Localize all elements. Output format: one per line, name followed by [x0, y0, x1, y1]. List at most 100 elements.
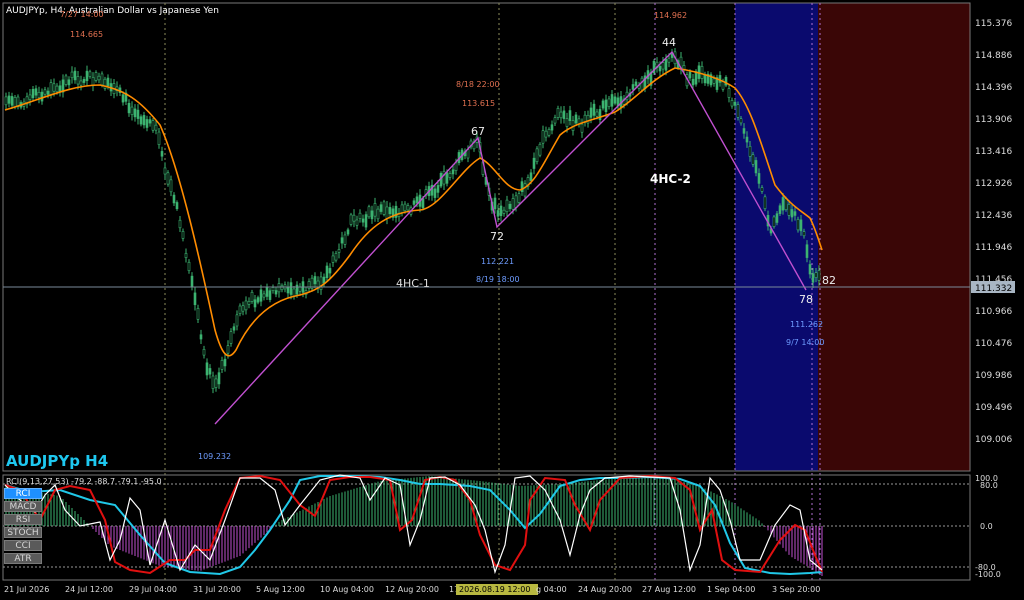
candle-body [712, 78, 716, 84]
candle-body [154, 124, 158, 131]
candle-body [352, 214, 356, 222]
candle-body [733, 101, 737, 106]
time-tick: 12 Aug 20:00 [385, 585, 439, 594]
candle-body [373, 203, 377, 217]
candle-body [412, 200, 416, 205]
candle-body [658, 66, 662, 72]
candle-body [382, 201, 386, 215]
candle-body [58, 85, 62, 92]
candle-body [337, 249, 341, 253]
candle-body [355, 219, 359, 226]
candle-body [448, 173, 452, 178]
candle-body [496, 210, 500, 217]
candle-body [202, 349, 206, 356]
candle-body [262, 293, 266, 298]
candle-body [280, 285, 284, 291]
candle-body [640, 77, 644, 91]
candle-body [214, 378, 218, 388]
candle-body [535, 148, 539, 162]
candle-body [76, 76, 80, 85]
candle-body [133, 108, 137, 118]
candle-body [793, 211, 797, 216]
candle-body [760, 187, 764, 192]
candle-body [343, 234, 347, 245]
candle-body [49, 82, 53, 96]
candle-body [772, 216, 776, 227]
candle-body [238, 305, 242, 314]
price-chart[interactable]: 115.376 114.886 114.396 113.906 113.416 … [0, 0, 1024, 600]
candle-body [403, 203, 407, 212]
candle-body [529, 172, 533, 181]
candle-body [319, 276, 323, 290]
candle-body [556, 108, 560, 118]
candle-body [775, 213, 779, 223]
time-tick: 24 Jul 12:00 [65, 585, 113, 594]
time-tick: 5 Aug 12:00 [256, 585, 305, 594]
candle-body [631, 84, 635, 90]
time-tick: 1 Sep 04:00 [707, 585, 755, 594]
time-tick: 31 Jul 20:00 [193, 585, 241, 594]
candle-body [790, 209, 794, 218]
candle-body [703, 74, 707, 84]
candle-body [802, 231, 806, 237]
candle-body [778, 205, 782, 214]
high-price-label: 114.665 [70, 30, 103, 39]
indicator-button-macd[interactable]: MACD [4, 501, 42, 512]
candle-body [817, 270, 821, 281]
candle-body [601, 100, 605, 109]
candle-body [73, 70, 77, 81]
candle-body [121, 94, 125, 103]
candle-body [781, 197, 785, 211]
indicator-button-atr[interactable]: ATR [4, 553, 42, 564]
candle-body [253, 299, 257, 308]
pivot-count-label: 82 [822, 274, 836, 287]
time-tick: 29 Jul 04:00 [129, 585, 177, 594]
trading-chart-window[interactable]: 115.376 114.886 114.396 113.906 113.416 … [0, 0, 1024, 600]
candle-body [247, 301, 251, 305]
price-tick: 111.946 [975, 243, 1012, 253]
indicator-button-rci[interactable]: RCI [4, 488, 42, 499]
candle-body [295, 284, 299, 295]
candle-body [28, 94, 32, 100]
candle-body [169, 179, 173, 193]
candle-body [787, 204, 791, 216]
indicator-button-cci[interactable]: CCI [4, 540, 42, 551]
candle-body [784, 198, 788, 210]
candle-body [148, 119, 152, 124]
candle-body [340, 237, 344, 244]
candle-body [559, 111, 563, 119]
top-price-label: 114.962 [654, 11, 687, 20]
candle-body [349, 214, 353, 225]
candle-body [64, 75, 68, 85]
candle-body [745, 136, 749, 143]
time-crosshair-value: 2026.08.19 12:00 [459, 585, 530, 594]
candle-body [505, 199, 509, 213]
candle-body [379, 204, 383, 212]
candle-body [244, 300, 248, 311]
candle-body [388, 207, 392, 215]
candle-body [565, 118, 569, 127]
price-tick: 114.886 [975, 51, 1012, 61]
candle-body [175, 202, 179, 210]
candle-body [544, 130, 548, 138]
price-tick: 110.966 [975, 307, 1012, 317]
candle-body [130, 106, 134, 115]
indicator-button-stoch[interactable]: STOCH [4, 527, 42, 538]
candle-body [235, 314, 239, 327]
candle-body [52, 83, 56, 92]
candle-body [499, 205, 503, 217]
candle-body [661, 62, 665, 70]
candle-body [364, 214, 368, 228]
candle-body [814, 272, 818, 278]
candle-body [325, 265, 329, 278]
candle-body [106, 77, 110, 87]
candle-body [217, 372, 221, 385]
low3-price-label: 111.262 [790, 320, 823, 329]
candle-body [187, 261, 191, 271]
candle-body [172, 194, 176, 204]
indicator-button-rsi[interactable]: RSI [4, 514, 42, 525]
candle-body [514, 195, 518, 208]
level-tick: 0.0 [980, 522, 993, 531]
candle-body [595, 111, 599, 117]
candle-body [523, 183, 527, 197]
